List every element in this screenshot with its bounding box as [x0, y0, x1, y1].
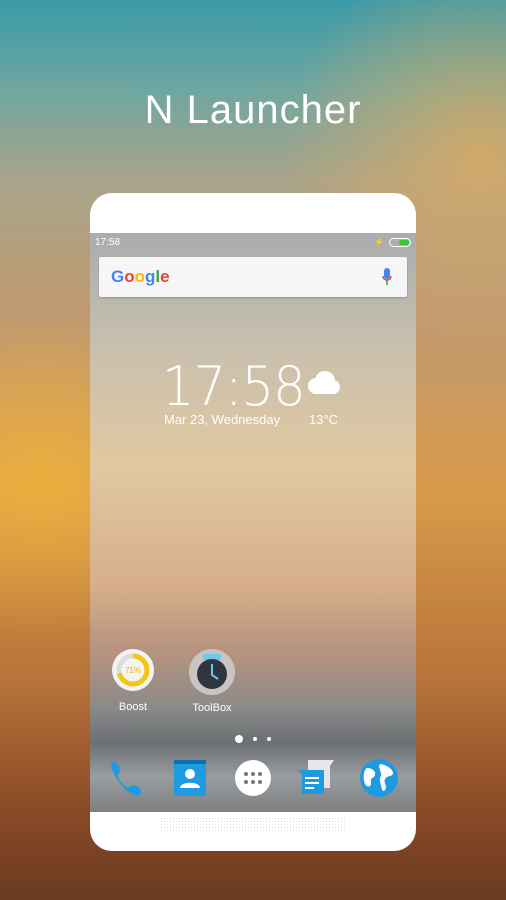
- mic-icon[interactable]: [382, 268, 392, 286]
- charging-icon: ⚡: [373, 237, 385, 247]
- cloud-icon[interactable]: [305, 371, 341, 395]
- clock-date: Mar 23, Wednesday: [164, 412, 281, 427]
- browser-globe-icon[interactable]: [359, 758, 399, 798]
- status-bar: 17:58 ⚡: [95, 237, 411, 249]
- app-boost[interactable]: 71% Boost: [98, 648, 168, 713]
- contacts-icon[interactable]: [170, 758, 210, 798]
- boost-percent: 71%: [125, 666, 141, 675]
- app-toolbox[interactable]: ToolBox: [177, 648, 247, 714]
- clock-time[interactable]: 17:58: [162, 355, 306, 418]
- messages-icon[interactable]: [296, 758, 336, 798]
- app-label: ToolBox: [192, 702, 232, 714]
- speaker-grill: [160, 817, 346, 833]
- phone-icon[interactable]: [107, 758, 147, 798]
- status-time: 17:58: [95, 237, 121, 248]
- google-logo: Google: [111, 267, 170, 286]
- page-dot[interactable]: [267, 736, 271, 741]
- page-dot[interactable]: [253, 736, 257, 741]
- home-screen: 17:58 ⚡ Google 17:58 Mar 23, Wednesday 1…: [90, 233, 416, 812]
- page-dot-active[interactable]: [235, 734, 243, 743]
- temperature: 13°C: [309, 412, 339, 427]
- google-search-bar[interactable]: Google: [99, 257, 407, 297]
- phone-mockup: 17:58 ⚡ Google 17:58 Mar 23, Wednesday 1…: [90, 193, 416, 851]
- toolbox-clock-icon: [189, 649, 235, 695]
- app-label: Boost: [118, 701, 148, 713]
- dock: [90, 758, 416, 798]
- promo-title: N Launcher: [144, 88, 362, 132]
- boost-icon: 71%: [112, 649, 154, 691]
- battery-icon: [389, 238, 411, 247]
- app-drawer-icon[interactable]: [233, 758, 273, 798]
- page-indicator[interactable]: [90, 730, 416, 748]
